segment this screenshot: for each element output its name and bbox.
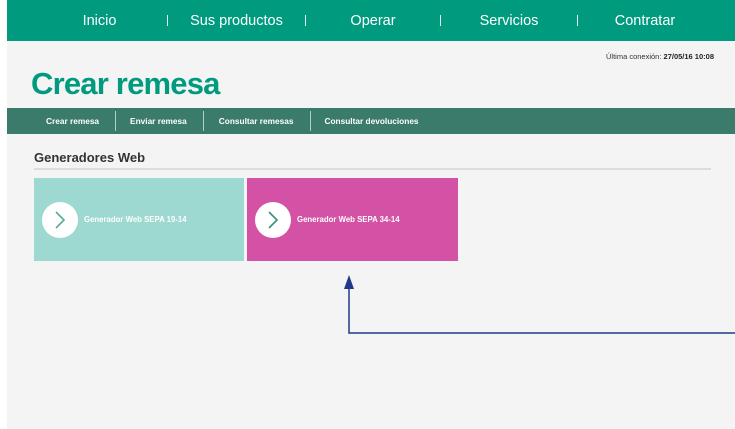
- tile-generador-sepa-19-14[interactable]: Generador Web SEPA 19-14: [34, 178, 244, 261]
- tile-label: Generador Web SEPA 34-14: [297, 215, 400, 224]
- subnav-separator: [309, 111, 311, 131]
- section-divider: [34, 168, 711, 170]
- page-content: Inicio Sus productos Operar Servicios Co…: [7, 0, 735, 429]
- section-title: Generadores Web: [34, 150, 146, 165]
- secondary-navigation: Crear remesa Enviar remesa Consultar rem…: [7, 108, 735, 134]
- subnav-item-consultar-remesas[interactable]: Consultar remesas: [204, 108, 310, 134]
- last-connection-value: 27/05/16 10:08: [663, 52, 714, 61]
- topnav-item-contratar[interactable]: Contratar: [578, 13, 712, 29]
- topnav-item-inicio[interactable]: Inicio: [7, 13, 192, 29]
- chevron-right-icon: [255, 201, 291, 238]
- chevron-right-icon: [42, 201, 78, 238]
- topnav-item-servicios[interactable]: Servicios: [441, 13, 577, 29]
- tile-generador-sepa-34-14[interactable]: Generador Web SEPA 34-14: [247, 178, 458, 261]
- subnav-item-enviar-remesa[interactable]: Enviar remesa: [116, 108, 203, 134]
- topnav-item-sus-productos[interactable]: Sus productos: [168, 13, 305, 29]
- last-connection-label: Última conexión:: [605, 52, 662, 61]
- topnav-item-operar[interactable]: Operar: [306, 13, 440, 29]
- subnav-item-crear-remesa[interactable]: Crear remesa: [7, 108, 115, 134]
- subnav-separator: [115, 111, 117, 131]
- subnav-item-consultar-devoluciones[interactable]: Consultar devoluciones: [311, 108, 435, 134]
- page-title: Crear remesa: [31, 66, 220, 101]
- tile-label: Generador Web SEPA 19-14: [84, 215, 187, 224]
- top-navigation: Inicio Sus productos Operar Servicios Co…: [7, 0, 735, 41]
- subnav-separator: [202, 111, 204, 131]
- last-connection: Última conexión: 27/05/16 10:08: [606, 52, 714, 61]
